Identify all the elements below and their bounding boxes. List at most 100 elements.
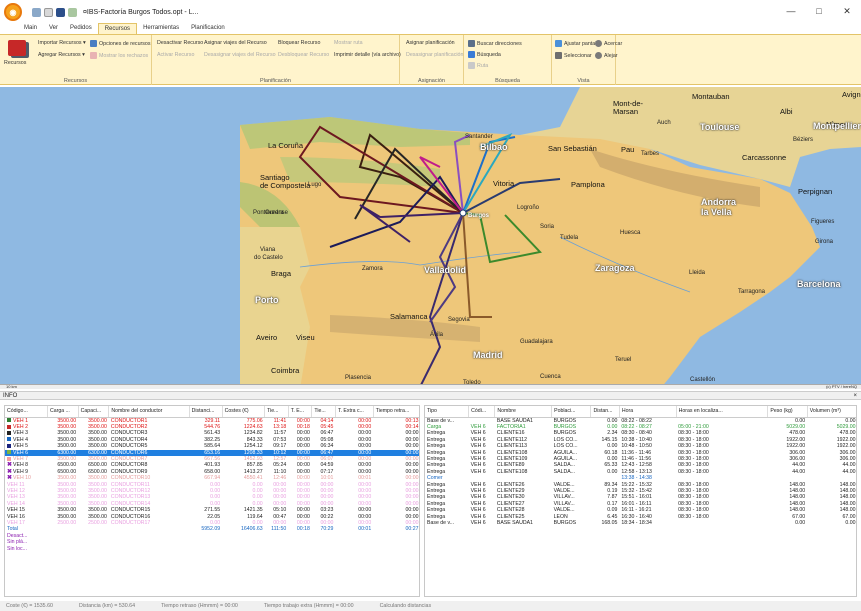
tab-ver[interactable]: Ver — [43, 23, 64, 34]
save-icon[interactable] — [56, 7, 65, 17]
vehicles-column-header[interactable]: Tiempo retra... — [373, 406, 419, 418]
importar-label: Importar Recursos ▾ — [38, 40, 86, 46]
vehicle-cell-text: 3500.00 — [88, 507, 107, 514]
info-close-icon[interactable]: × — [853, 392, 857, 400]
busqueda-button[interactable]: Búsqueda — [468, 51, 501, 58]
route-column-header[interactable]: Poblaci... — [551, 406, 592, 418]
vehicles-column-header[interactable]: Costes (€) — [222, 406, 266, 418]
seleccionar-button[interactable]: Seleccionar — [555, 52, 592, 59]
vehicles-column-header[interactable]: Distanci... — [189, 406, 223, 418]
vehicles-column-header[interactable]: T. Extra c... — [335, 406, 374, 418]
acercar-button[interactable]: Acercar — [595, 40, 622, 47]
vehicle-cell — [265, 546, 289, 552]
desasignar-viajes-button[interactable]: Desasignar viajes del Recurso — [204, 52, 276, 58]
tab-planificacion[interactable]: Planificacion — [185, 23, 231, 34]
search-icon — [468, 51, 475, 58]
route-cell: 0.00 — [607, 417, 618, 424]
vehicle-cell: 775.06 — [222, 417, 264, 424]
group-label-busqueda: Búsqueda — [495, 78, 520, 84]
tab-recursos[interactable]: Recursos — [97, 23, 138, 34]
vehicle-cell-text: CONDUCTOR8 — [110, 462, 148, 469]
vehicle-row[interactable]: VEH 1 3500.00 3500.00 CONDUCTOR1 329.11 775.0… — [5, 417, 419, 424]
map-city-label: Ávila — [430, 332, 444, 338]
route-column-header[interactable]: Peso (kg) — [767, 406, 808, 418]
map-city-label: Tudela — [560, 235, 579, 241]
new-icon[interactable] — [44, 7, 53, 17]
route-column-header[interactable]: Horas en localiza... — [676, 406, 769, 418]
map-scale: 10 km — [6, 384, 17, 389]
route-column-header[interactable]: Códi... — [468, 406, 496, 418]
vehicle-cell-text: 06:07 — [320, 455, 334, 462]
vehicle-cell-text: 00:00 — [405, 475, 419, 482]
ajustar-pantalla-button[interactable]: Ajustar pantalla — [555, 40, 601, 47]
vehicles-column-header[interactable]: Tie... — [264, 406, 289, 418]
vehicle-cell-text: 00:00 — [296, 487, 310, 494]
route-stop-row[interactable]: Base de v... BASE SAUDA1 BURGOS 0.00 08:22 -… — [425, 417, 856, 424]
vehicle-disabled-icon: ✖ — [7, 462, 13, 469]
mostrar-ruta-button[interactable]: Mostrar ruta — [334, 40, 363, 46]
group-planificacion: Desactivar Recurso Activar Recurso Asign… — [152, 35, 401, 85]
asignar-planificacion-button[interactable]: Asignar planificación — [406, 40, 455, 46]
maximize-button[interactable]: □ — [805, 0, 833, 22]
vehicle-cell-text: VEH 9 — [13, 468, 29, 475]
vehicles-column-header[interactable]: T. E... — [288, 406, 313, 418]
vehicle-cell-text: VEH 7 — [13, 455, 28, 462]
map-copyright: (c) PTV / hereNQ — [826, 384, 857, 389]
close-button[interactable]: ✕ — [833, 0, 861, 22]
minimize-button[interactable]: — — [777, 0, 805, 22]
vehicles-column-header[interactable]: Código... — [5, 406, 48, 418]
vehicles-column-header[interactable]: Tie... — [311, 406, 336, 418]
tab-main[interactable]: Main — [18, 23, 43, 34]
vehicle-cell-text: 00:00 — [358, 468, 372, 475]
vehicle-color-swatch — [7, 450, 11, 455]
alejar-button[interactable]: Alejar — [595, 52, 618, 59]
route-column-header[interactable]: Distan... — [590, 406, 620, 418]
recursos-button[interactable]: Recursos — [4, 60, 26, 66]
asignar-viajes-button[interactable]: Asignar viajes del Recurso — [204, 40, 267, 46]
ruta-button[interactable]: Ruta — [468, 62, 488, 69]
vehicle-cell-text: 05:08 — [320, 436, 334, 443]
map-view[interactable]: MontaubanAlbiNîmesAvignonMont-de-MarsanA… — [0, 87, 861, 389]
status-calculando: Calculando distancias — [379, 603, 432, 609]
mostrar-rechazos-button[interactable]: Mostrar los rechazos — [90, 52, 148, 59]
vehicle-cell-text: 6300.00 — [57, 449, 77, 456]
app-logo-icon[interactable]: ◉ — [4, 3, 22, 21]
vehicles-column-header[interactable]: Capaci... — [78, 406, 110, 418]
route-column-header[interactable]: Volumen (m³) — [807, 406, 856, 418]
vehicles-column-header[interactable]: Carga ... — [47, 406, 79, 418]
vehicles-column-header[interactable]: Nombre del conductor — [108, 406, 190, 418]
vehicle-color-swatch — [7, 437, 11, 442]
route-stop-row[interactable]: Base de v... VEH 6 BASE SAUDA1 BURGOS 168.05… — [425, 520, 856, 526]
route-column-header[interactable]: Hora — [619, 406, 677, 418]
vehicle-cell-text: 3500.00 — [88, 436, 107, 443]
map-city-label: Auch — [657, 120, 671, 126]
vehicle-row[interactable]: Sin loc... — [5, 546, 419, 552]
vehicle-color-swatch — [7, 456, 11, 461]
vehicle-cell-text: 00:00 — [405, 487, 419, 494]
route-column-header[interactable]: Nombre — [494, 406, 553, 418]
map-city-label: Perpignan — [798, 187, 833, 196]
imprimir-detalle-button[interactable]: Imprimir detalle (vía archivo) — [334, 52, 401, 58]
desbloquear-recurso-button[interactable]: Desbloquear Recurso — [278, 52, 329, 58]
desasignar-planificacion-button[interactable]: Desasignar planificación — [406, 52, 463, 58]
vehicle-cell — [47, 546, 78, 552]
acercar-label: Acercar — [604, 40, 623, 47]
importar-recursos-button[interactable]: Importar Recursos ▾ — [38, 40, 86, 46]
route-column-header[interactable]: Tipo — [425, 406, 470, 418]
opciones-recursos-button[interactable]: Opciones de recursos — [90, 40, 151, 47]
vehicle-cell-text: 6500.00 — [88, 462, 107, 469]
route-cell — [676, 417, 768, 424]
desactivar-recurso-button[interactable]: Desactivar Recurso — [157, 40, 203, 46]
vehicle-cell-text: 00:00 — [358, 449, 372, 456]
tab-pedidos[interactable]: Pedidos — [64, 23, 98, 34]
tab-herramientas[interactable]: Herramientas — [137, 23, 185, 34]
map-city-label: Porto — [255, 295, 279, 305]
bloquear-recurso-button[interactable]: Bloquear Recurso — [278, 40, 320, 46]
open-icon[interactable] — [32, 7, 41, 17]
print-icon[interactable] — [68, 7, 77, 17]
vehicle-cell-text: 00:00 — [405, 507, 419, 514]
buscar-direcciones-button[interactable]: Buscar direcciones — [468, 40, 522, 47]
vehicle-cell — [335, 546, 373, 552]
activar-recurso-button[interactable]: Activar Recurso — [157, 52, 194, 58]
agregar-recursos-button[interactable]: Agregar Recursos ▾ — [38, 52, 85, 58]
